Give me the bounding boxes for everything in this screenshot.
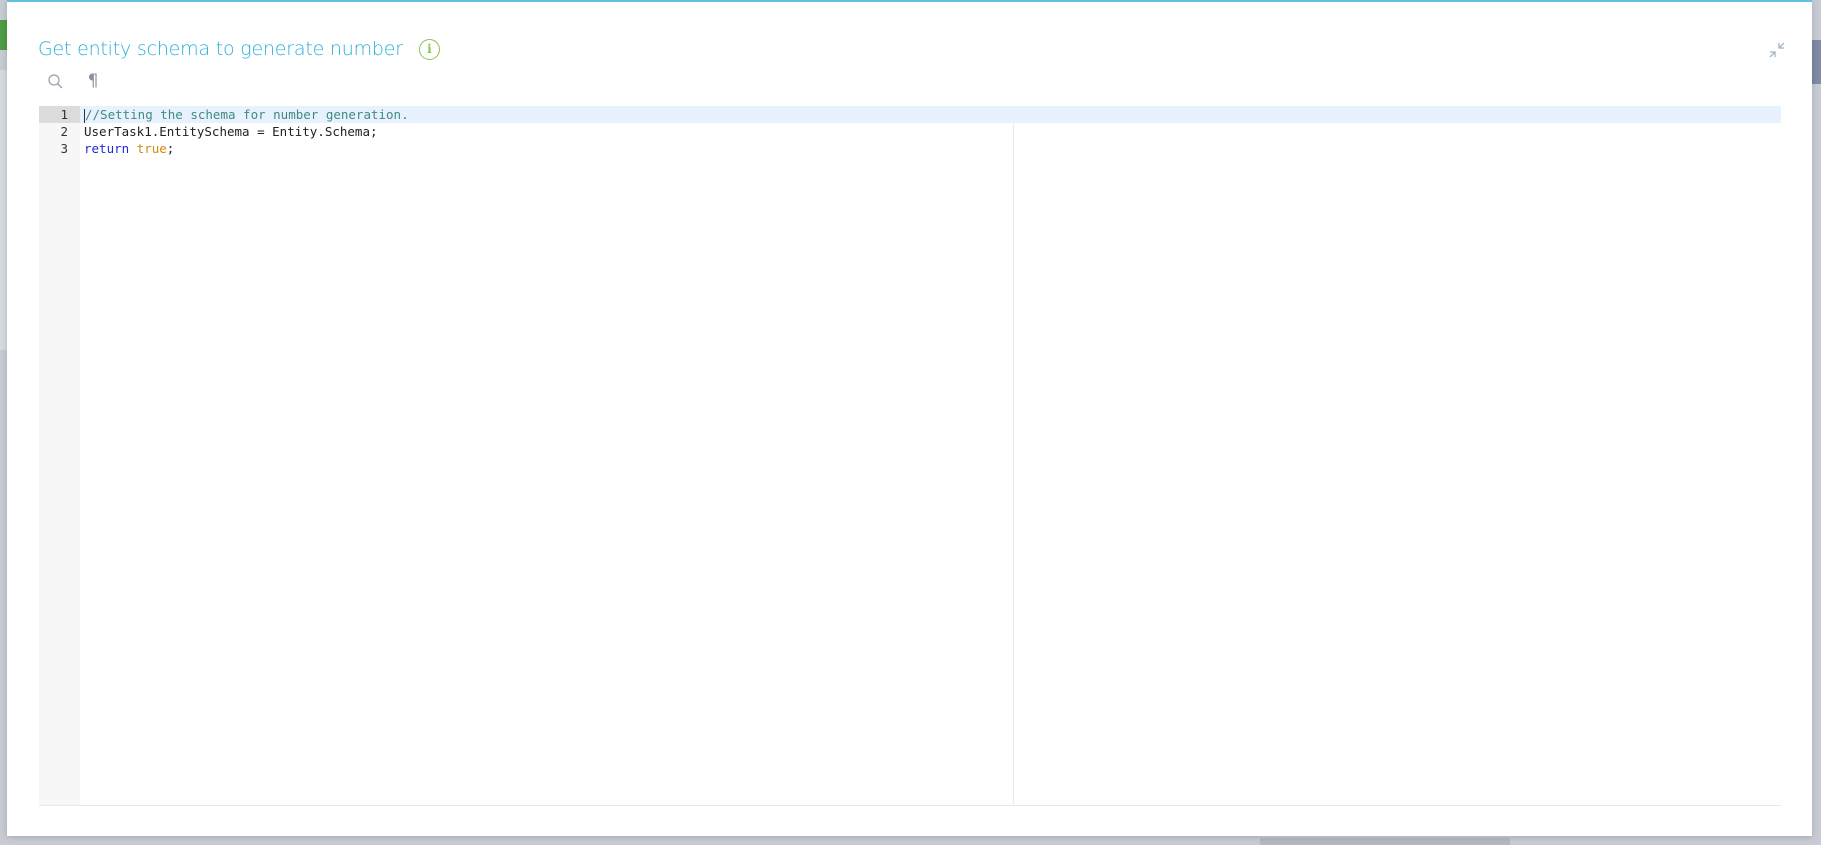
background-bottom-bar bbox=[1260, 838, 1510, 845]
boolean-token: true bbox=[136, 141, 167, 156]
print-margin bbox=[1013, 106, 1014, 805]
code-line[interactable]: 3 return true; bbox=[39, 140, 1781, 157]
modal-header: Get entity schema to generate number i bbox=[38, 34, 440, 64]
collapse-icon[interactable] bbox=[1768, 41, 1786, 59]
plain-token: UserTask1.EntitySchema = Entity.Schema; bbox=[84, 124, 378, 139]
line-number: 1 bbox=[39, 106, 80, 123]
code-line[interactable]: 1 //Setting the schema for number genera… bbox=[39, 106, 1781, 123]
line-content[interactable]: return true; bbox=[80, 140, 174, 157]
editor-gutter bbox=[39, 106, 80, 805]
background-scroll-strip bbox=[1811, 40, 1821, 84]
info-icon[interactable]: i bbox=[418, 38, 440, 60]
line-number: 3 bbox=[60, 141, 68, 156]
code-editor[interactable]: 1 //Setting the schema for number genera… bbox=[39, 106, 1781, 806]
pilcrow-icon: ¶ bbox=[87, 71, 99, 91]
modal-title: Get entity schema to generate number bbox=[38, 38, 403, 60]
code-line[interactable]: 2 UserTask1.EntitySchema = Entity.Schema… bbox=[39, 123, 1781, 140]
line-content[interactable]: //Setting the schema for number generati… bbox=[80, 106, 409, 123]
punctuation-token: ; bbox=[166, 141, 175, 156]
line-number: 2 bbox=[60, 124, 68, 139]
search-icon bbox=[47, 73, 62, 88]
editor-toolbar: ¶ bbox=[44, 70, 104, 92]
show-invisibles-button[interactable]: ¶ bbox=[82, 70, 104, 92]
keyword-token: return bbox=[84, 141, 130, 156]
code-editor-modal: Get entity schema to generate number i ¶… bbox=[7, 0, 1812, 836]
search-button[interactable] bbox=[44, 70, 66, 92]
line-content[interactable]: UserTask1.EntitySchema = Entity.Schema; bbox=[80, 123, 378, 140]
comment-token: //Setting the schema for number generati… bbox=[85, 107, 409, 122]
